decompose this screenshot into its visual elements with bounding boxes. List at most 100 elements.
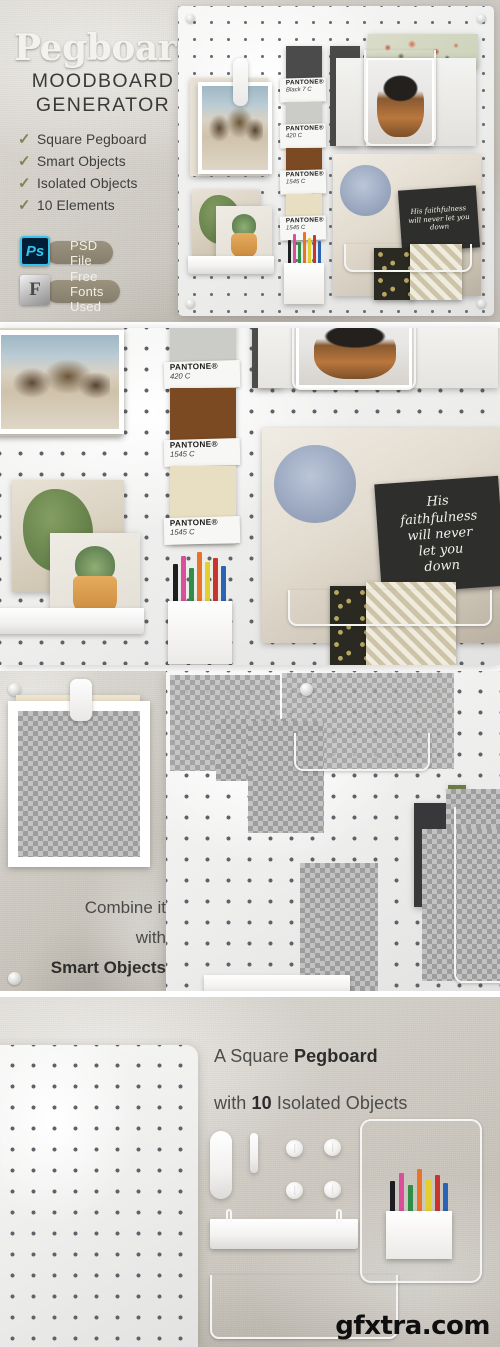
feature-label: Smart Objects bbox=[37, 153, 126, 169]
shelf-bin bbox=[0, 608, 144, 634]
pencil-holder-object bbox=[386, 1169, 452, 1259]
panel-closeup-moodboard: PANTONE® 420 C PANTONE® 1545 C PANTONE® … bbox=[0, 328, 500, 665]
subline-bold: 10 bbox=[251, 1093, 272, 1113]
wire-rack-large bbox=[344, 244, 472, 272]
peg-bar-object bbox=[250, 1133, 258, 1173]
pantone-swatch bbox=[286, 148, 322, 172]
badge-label: PSD File bbox=[46, 238, 114, 268]
smart-objects-caption: Combine it with Smart Objects bbox=[14, 893, 166, 982]
pegboard-hero: PANTONE® Black 7 C PANTONE® 420 C PANTON… bbox=[178, 6, 494, 316]
pencil-cup bbox=[386, 1211, 452, 1259]
pantone-swatch bbox=[170, 328, 236, 362]
transparency-checker bbox=[18, 711, 140, 857]
wire-rack-large bbox=[288, 590, 492, 626]
badge-label: Free Fonts Used bbox=[46, 269, 120, 314]
headline-pre: A Square bbox=[214, 1046, 294, 1066]
pencil-cup bbox=[168, 601, 232, 664]
screw-icon bbox=[300, 683, 313, 696]
feature-item: ✓ 10 Elements bbox=[18, 194, 178, 216]
subline-post: Isolated Objects bbox=[271, 1093, 408, 1113]
pantone-code: 420 C bbox=[169, 370, 191, 381]
peg-knob-object bbox=[324, 1181, 341, 1198]
screw-icon bbox=[477, 14, 486, 23]
pantone-label: PANTONE® 1545 C bbox=[163, 515, 241, 546]
pencil-holder bbox=[284, 231, 324, 304]
pegboard-blank bbox=[0, 1045, 198, 1347]
subline-pre: with bbox=[214, 1093, 252, 1113]
feature-label: 10 Elements bbox=[37, 197, 115, 213]
chalk-line: down bbox=[423, 558, 461, 576]
caption-line-2: with bbox=[135, 927, 166, 947]
pantone-chip: PANTONE® Black 7 C bbox=[279, 46, 327, 103]
hanger-tab bbox=[70, 679, 92, 721]
chalk-line: His bbox=[426, 493, 450, 511]
pantone-swatch bbox=[286, 46, 322, 80]
pantone-brand: PANTONE® bbox=[285, 216, 325, 225]
wire-rack-small bbox=[364, 50, 436, 146]
peg-knob-object bbox=[286, 1140, 303, 1157]
wire-rack-small bbox=[454, 807, 500, 983]
wire-rack-large bbox=[294, 733, 430, 771]
shelf-bin-object bbox=[210, 1219, 358, 1249]
chalkboard-quote: His faithfulness will never let you down bbox=[397, 185, 481, 253]
product-preview-page: Pegboard MOODBOARD GENERATOR ✓ Square Pe… bbox=[0, 0, 500, 1347]
pantone-code: 420 C bbox=[285, 132, 303, 140]
shelf-peg bbox=[226, 1209, 232, 1223]
feature-item: ✓ Smart Objects bbox=[18, 150, 178, 172]
screw-icon bbox=[186, 299, 195, 308]
pegboard-smart-objects bbox=[166, 671, 500, 991]
left-surface: Combine it with Smart Objects bbox=[0, 671, 166, 991]
check-icon: ✓ bbox=[18, 196, 31, 214]
headline-line-2: with 10 Isolated Objects bbox=[214, 1094, 494, 1112]
hero-text-column: Pegboard MOODBOARD GENERATOR ✓ Square Pe… bbox=[0, 0, 201, 322]
shelf-bin bbox=[204, 975, 350, 991]
pantone-swatch bbox=[286, 194, 322, 218]
pantone-chip: PANTONE® 1545 C bbox=[279, 148, 327, 195]
pantone-label: PANTONE® 1545 C bbox=[279, 169, 327, 195]
pantone-code: 1545 C bbox=[169, 526, 195, 537]
pantone-code: 1545 C bbox=[285, 178, 306, 186]
pantone-code: 1545 C bbox=[285, 224, 306, 232]
feature-list: ✓ Square Pegboard ✓ Smart Objects ✓ Isol… bbox=[18, 128, 178, 216]
screw-icon bbox=[477, 299, 486, 308]
caption-line-3: Smart Objects bbox=[50, 957, 166, 977]
pantone-chip: PANTONE® 420 C bbox=[279, 102, 327, 149]
pantone-swatch bbox=[170, 388, 236, 440]
chalkboard-quote: His faithfulness will never let you down bbox=[374, 475, 500, 595]
headline-line-1: A Square Pegboard bbox=[214, 1047, 494, 1065]
feature-item: ✓ Square Pegboard bbox=[18, 128, 178, 150]
headline-bold: Pegboard bbox=[293, 1046, 378, 1066]
pantone-label: PANTONE® 420 C bbox=[163, 359, 241, 390]
pantone-swatch bbox=[170, 466, 236, 518]
shelf-peg bbox=[336, 1209, 342, 1223]
pantone-code: Black 7 C bbox=[285, 86, 312, 94]
peg-knob-object bbox=[286, 1182, 303, 1199]
peg-knob-object bbox=[324, 1139, 341, 1156]
feature-label: Isolated Objects bbox=[37, 175, 138, 191]
caption-line-1: Combine it bbox=[84, 898, 166, 917]
cap-pill-object bbox=[210, 1131, 232, 1199]
feature-item: ✓ Isolated Objects bbox=[18, 172, 178, 194]
check-icon: ✓ bbox=[18, 174, 31, 192]
pantone-label: PANTONE® Black 7 C bbox=[279, 77, 327, 103]
pantone-chip: PANTONE® 1545 C bbox=[163, 388, 241, 468]
font-file-icon: F bbox=[20, 275, 50, 305]
screw-icon bbox=[186, 14, 195, 23]
pantone-swatch bbox=[286, 102, 322, 126]
pantone-brand: PANTONE® bbox=[285, 124, 325, 133]
pencil-cup bbox=[284, 263, 324, 304]
beach-rocks-photo bbox=[0, 330, 124, 434]
check-icon: ✓ bbox=[18, 152, 31, 170]
panel-smart-objects: Combine it with Smart Objects bbox=[0, 671, 500, 991]
pantone-chip: PANTONE® 1545 C bbox=[163, 466, 241, 546]
panel-hero: Pegboard MOODBOARD GENERATOR ✓ Square Pe… bbox=[0, 0, 500, 322]
watermark: gfxtra.com bbox=[335, 1311, 490, 1341]
subtitle-line-1: MOODBOARD bbox=[31, 70, 175, 92]
hanger-tab bbox=[233, 58, 248, 106]
pantone-label: PANTONE® 420 C bbox=[279, 123, 327, 149]
pantone-chip: PANTONE® 420 C bbox=[163, 328, 241, 390]
page-subtitle: MOODBOARD GENERATOR bbox=[28, 70, 178, 118]
subtitle-line-2: GENERATOR bbox=[35, 93, 171, 116]
photoshop-icon: Ps bbox=[20, 236, 50, 266]
pegboard-holes bbox=[0, 1045, 198, 1347]
